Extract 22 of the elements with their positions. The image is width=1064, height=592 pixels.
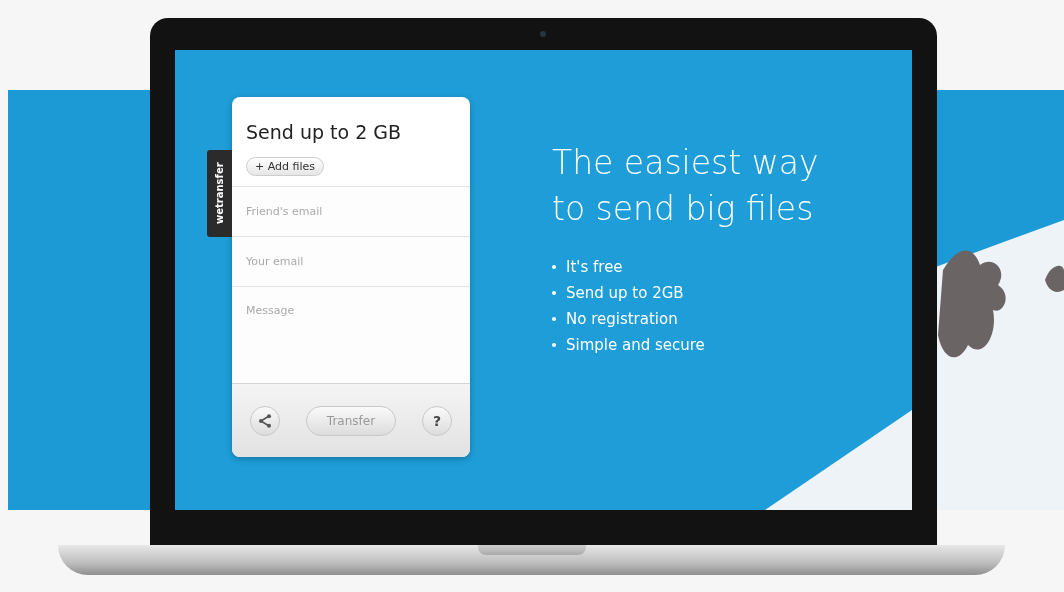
message-input[interactable]: Message xyxy=(246,304,456,383)
brand-tab[interactable]: wetransfer xyxy=(207,150,232,237)
email-field[interactable]: Your email xyxy=(232,237,470,287)
bullet-icon xyxy=(552,317,556,321)
bullet-icon xyxy=(552,343,556,347)
headline: The easiest way to send big files xyxy=(552,142,820,230)
email-field[interactable]: Friend's email xyxy=(232,187,470,237)
feature-text: No registration xyxy=(566,310,678,328)
email-input[interactable]: Friend's email xyxy=(246,205,456,218)
camera-icon xyxy=(540,31,546,37)
add-files-button[interactable]: + Add files xyxy=(246,157,324,176)
message-field[interactable]: Message xyxy=(232,287,470,384)
feature-text: Send up to 2GB xyxy=(566,284,684,302)
feature-text: It's free xyxy=(566,258,623,276)
email-input[interactable]: Your email xyxy=(246,255,456,268)
share-button[interactable] xyxy=(250,405,280,436)
card-title: Send up to 2 GB xyxy=(246,121,403,143)
share-icon xyxy=(258,413,272,428)
bullet-icon xyxy=(552,291,556,295)
bullet-icon xyxy=(552,265,556,269)
feature-text: Simple and secure xyxy=(566,336,705,354)
help-button[interactable]: ? xyxy=(422,405,452,436)
